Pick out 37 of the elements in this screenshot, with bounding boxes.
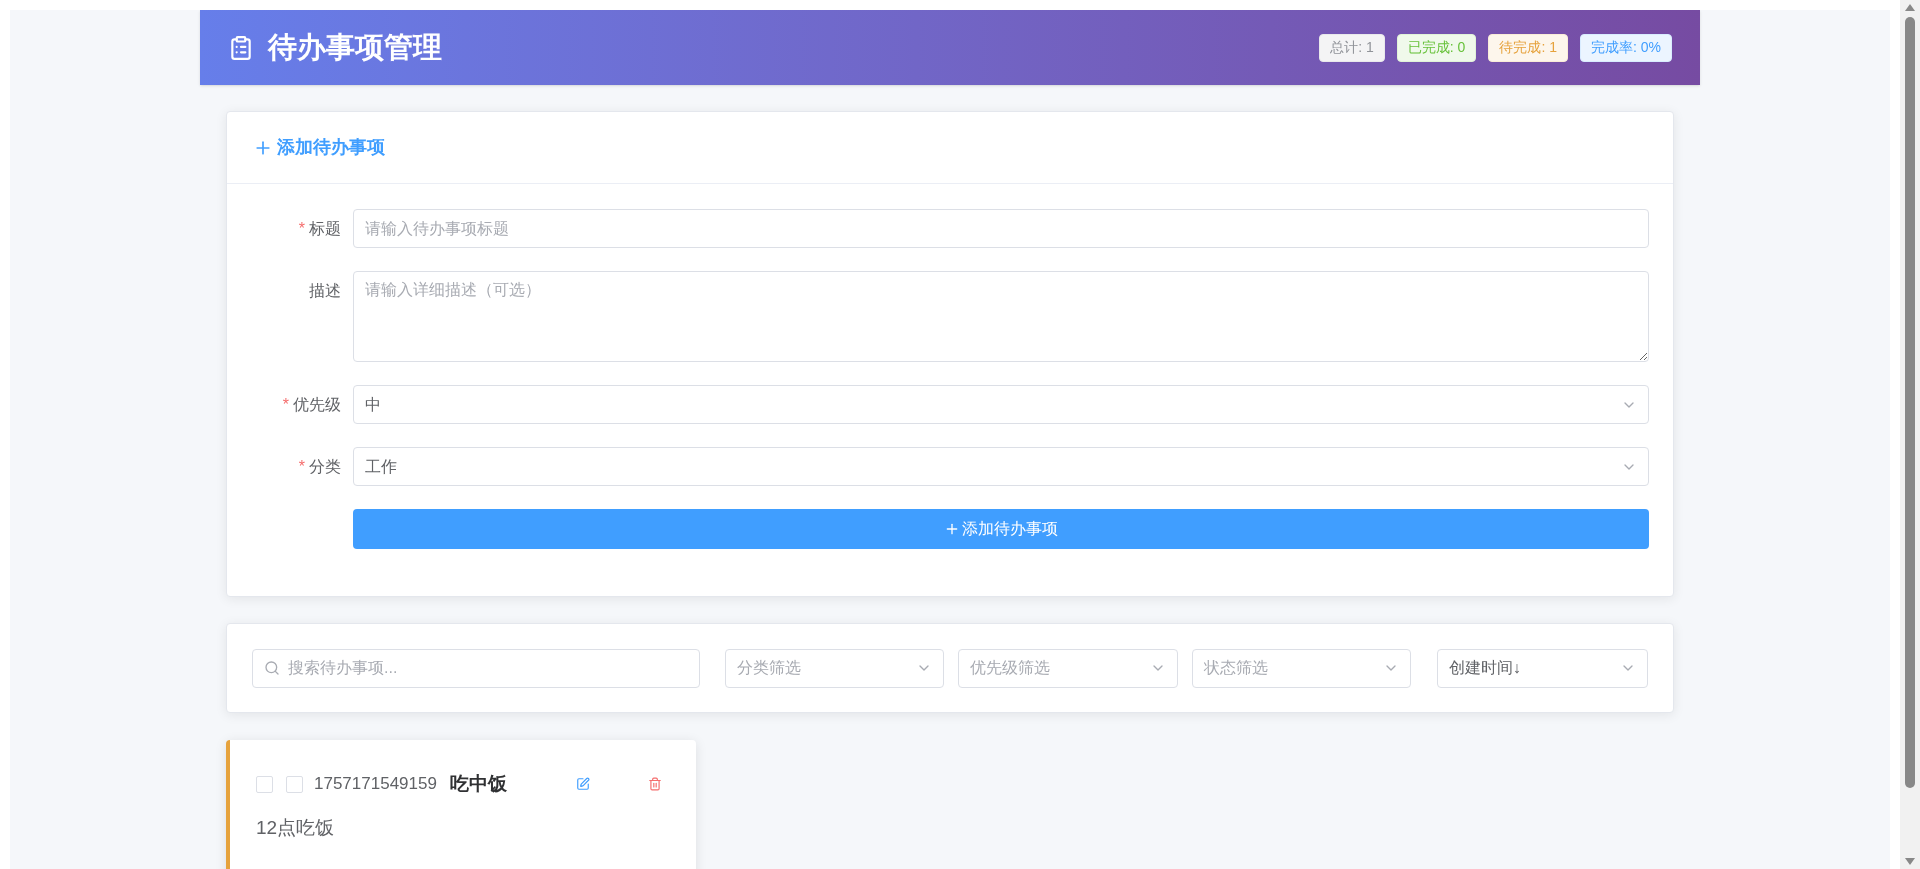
field-label: 分类 [309, 456, 341, 477]
filter-select[interactable]: 优先级筛选 [958, 648, 1178, 688]
clipboard-icon [228, 34, 254, 61]
select-checkbox[interactable] [256, 775, 273, 793]
required-mark: * [298, 218, 305, 239]
filter-select[interactable]: 状态筛选 [1191, 648, 1411, 688]
stat-tag: 总计: 1 [1319, 33, 1385, 62]
scroll-up-icon [1905, 4, 1915, 11]
required-mark: * [298, 456, 305, 477]
edit-icon [576, 777, 590, 791]
select-field[interactable]: 工作 [353, 447, 1649, 486]
add-todo-button[interactable]: 添加待办事项 [353, 509, 1649, 549]
field-label: 描述 [309, 280, 341, 301]
select-field[interactable]: 中 [353, 385, 1649, 424]
complete-checkbox[interactable] [286, 775, 303, 793]
scroll-down-icon [1905, 858, 1915, 865]
search-field[interactable]: 搜索待办事项... [252, 648, 701, 688]
title-input[interactable]: 请输入待办事项标题 [353, 209, 1649, 248]
required-mark: * [282, 394, 289, 415]
search-icon [264, 659, 280, 676]
todo-description: 12点吃饭 [256, 816, 336, 840]
app-title: 待办事项管理 [268, 29, 442, 65]
stat-tag: 已完成: 0 [1396, 33, 1477, 62]
stat-tag: 完成率: 0% [1580, 33, 1672, 62]
trash-icon [648, 777, 662, 791]
delete-button[interactable] [646, 775, 664, 793]
todo-title: 吃中饭 [449, 771, 507, 796]
todo-id: 1757171549159 [314, 773, 437, 796]
card-heading: 添加待办事项 [277, 136, 385, 159]
stat-tag: 待完成: 1 [1488, 33, 1568, 62]
description-textarea[interactable]: 请输入详细描述（可选） [353, 271, 1649, 362]
plus-icon [944, 521, 960, 537]
edit-button[interactable] [574, 775, 592, 793]
filter-select[interactable]: 分类筛选 [725, 648, 945, 688]
field-label: 优先级 [293, 394, 341, 415]
filter-select[interactable]: 创建时间↓ [1436, 648, 1648, 688]
field-label: 标题 [309, 218, 341, 239]
